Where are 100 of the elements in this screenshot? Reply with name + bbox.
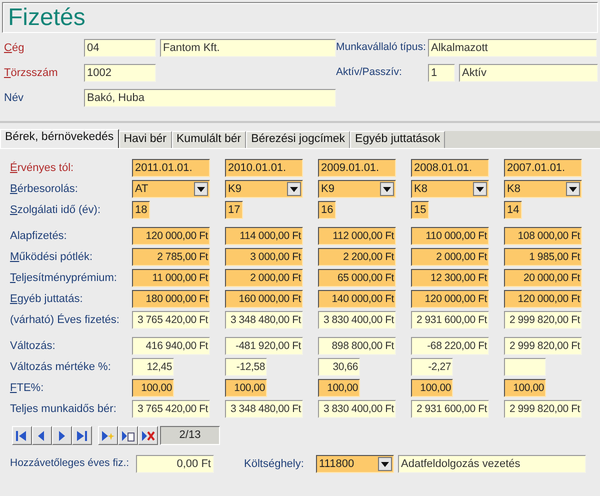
delete-record-icon <box>141 428 155 442</box>
input-field[interactable]: 160 000,00 Ft <box>225 290 303 308</box>
input-field[interactable]: 3 830 400,00 Ft <box>318 311 396 329</box>
input-field[interactable]: 110 000,00 Ft <box>411 227 489 245</box>
text-field[interactable]: 1002 <box>84 64 156 82</box>
input-field[interactable]: 3 348 480,00 Ft <box>225 400 303 418</box>
dropdown-field[interactable]: K8 <box>411 180 489 198</box>
input-field[interactable]: 0,00 Ft <box>136 455 214 473</box>
text-field[interactable]: Alkalmazott <box>428 39 597 57</box>
input-field[interactable]: 108 000,00 Ft <box>504 227 582 245</box>
dropdown-value: 111800 <box>319 457 354 472</box>
input-field[interactable]: 30,66 <box>318 358 360 376</box>
dropdown-button[interactable] <box>287 182 301 196</box>
text-field[interactable]: 04 <box>84 39 156 57</box>
tab[interactable]: Havi bér <box>118 131 172 148</box>
dropdown-field[interactable]: AT <box>132 180 210 198</box>
navigation-button[interactable] <box>12 426 32 445</box>
dropdown-field[interactable]: K9 <box>225 180 303 198</box>
field-label: Alapfizetés: <box>10 228 68 244</box>
input-field[interactable]: 2 931 600,00 Ft <box>411 311 489 329</box>
input-field[interactable]: 3 765 420,00 Ft <box>132 311 210 329</box>
input-field[interactable]: 100,00 <box>504 379 546 397</box>
navigation-button[interactable] <box>52 426 72 445</box>
input-field[interactable]: 2 999 820,00 Ft <box>504 337 582 355</box>
input-field[interactable]: 180 000,00 Ft <box>132 290 210 308</box>
input-field[interactable]: 2007.01.01. <box>504 159 582 177</box>
form-title: Fizetés <box>8 6 86 30</box>
input-field[interactable]: 100,00 <box>132 379 174 397</box>
input-field[interactable]: 100,00 <box>318 379 360 397</box>
dropdown-field[interactable]: K8 <box>504 180 582 198</box>
tab[interactable]: Bérezési jogcímek <box>246 131 350 148</box>
dropdown-button[interactable] <box>378 457 392 471</box>
input-field[interactable]: -68 220,00 Ft <box>411 337 489 355</box>
input-field[interactable]: 2011.01.01. <box>132 159 210 177</box>
input-field[interactable]: 2 000,00 Ft <box>225 269 303 287</box>
field-label: Teljesítményprémium: <box>10 270 118 286</box>
text-field[interactable]: 1 <box>428 64 455 82</box>
input-field[interactable]: 65 000,00 Ft <box>318 269 396 287</box>
input-field[interactable]: 114 000,00 Ft <box>225 227 303 245</box>
input-field[interactable]: 14 <box>504 201 522 219</box>
text-field[interactable]: Fantom Kft. <box>160 39 336 57</box>
input-field[interactable]: -481 920,00 Ft <box>225 337 303 355</box>
dropdown-button[interactable] <box>194 182 208 196</box>
input-field[interactable]: 2 999 820,00 Ft <box>504 311 582 329</box>
dropdown-value: AT <box>135 182 148 197</box>
input-field[interactable]: 12,45 <box>132 358 174 376</box>
input-field[interactable]: 3 000,00 Ft <box>225 248 303 266</box>
text-field[interactable]: Adatfeldolgozás vezetés <box>398 455 586 473</box>
input-field[interactable]: 2 999 820,00 Ft <box>504 400 582 418</box>
dropdown-button[interactable] <box>566 182 580 196</box>
input-field[interactable]: 120 000,00 Ft <box>411 290 489 308</box>
input-field[interactable]: -12,58 <box>225 358 267 376</box>
input-field[interactable]: 120 000,00 Ft <box>132 227 210 245</box>
input-field[interactable]: 100,00 <box>225 379 267 397</box>
text-field[interactable]: Bakó, Huba <box>84 89 336 107</box>
input-field[interactable]: 2 000,00 Ft <box>411 248 489 266</box>
input-field[interactable]: 16 <box>318 201 336 219</box>
field-label: Teljes munkaidős bér: <box>10 402 118 417</box>
input-field[interactable]: 416 940,00 Ft <box>132 337 210 355</box>
dropdown-field[interactable]: K9 <box>318 180 396 198</box>
navigation-button[interactable] <box>98 426 118 445</box>
input-field[interactable]: 112 000,00 Ft <box>318 227 396 245</box>
field-label: Költséghely: <box>244 456 305 472</box>
field-label: Szolgálati idő (év): <box>10 202 102 218</box>
navigation-button[interactable] <box>72 426 92 445</box>
navigation-button[interactable] <box>32 426 52 445</box>
input-field[interactable]: 100,00 <box>411 379 453 397</box>
input-field[interactable]: 17 <box>225 201 243 219</box>
dropdown-button[interactable] <box>473 182 487 196</box>
input-field[interactable]: 898 800,00 Ft <box>318 337 396 355</box>
input-field[interactable]: 2009.01.01. <box>318 159 396 177</box>
input-field[interactable]: 3 830 400,00 Ft <box>318 400 396 418</box>
input-field[interactable]: 11 000,00 Ft <box>132 269 210 287</box>
input-field[interactable] <box>504 358 546 376</box>
input-field[interactable]: 2 931 600,00 Ft <box>411 400 489 418</box>
input-field[interactable]: 140 000,00 Ft <box>318 290 396 308</box>
input-field[interactable]: 3 348 480,00 Ft <box>225 311 303 329</box>
dropdown-button[interactable] <box>380 182 394 196</box>
input-field[interactable]: 2008.01.01. <box>411 159 489 177</box>
field-label: Törzsszám <box>4 66 59 81</box>
navigation-button[interactable] <box>118 426 138 445</box>
input-field[interactable]: 2010.01.01. <box>225 159 303 177</box>
input-field[interactable]: 12 300,00 Ft <box>411 269 489 287</box>
dropdown-field[interactable]: 111800 <box>316 455 394 473</box>
input-field[interactable]: 2 200,00 Ft <box>318 248 396 266</box>
dropdown-value: K9 <box>321 182 334 197</box>
navigation-button[interactable] <box>138 426 158 445</box>
input-field[interactable]: -2,27 <box>411 358 453 376</box>
input-field[interactable]: 120 000,00 Ft <box>504 290 582 308</box>
tab[interactable]: Bérek, bérnövekedés <box>0 129 119 148</box>
input-field[interactable]: 1 985,00 Ft <box>504 248 582 266</box>
input-field[interactable]: 18 <box>132 201 150 219</box>
tab[interactable]: Kumulált bér <box>172 131 246 148</box>
text-field[interactable]: Aktív <box>459 64 598 82</box>
input-field[interactable]: 2 785,00 Ft <box>132 248 210 266</box>
tab[interactable]: Egyéb juttatások <box>350 131 446 148</box>
input-field[interactable]: 20 000,00 Ft <box>504 269 582 287</box>
input-field[interactable]: 3 765 420,00 Ft <box>132 400 210 418</box>
caret-icon <box>381 462 389 466</box>
input-field[interactable]: 15 <box>411 201 429 219</box>
